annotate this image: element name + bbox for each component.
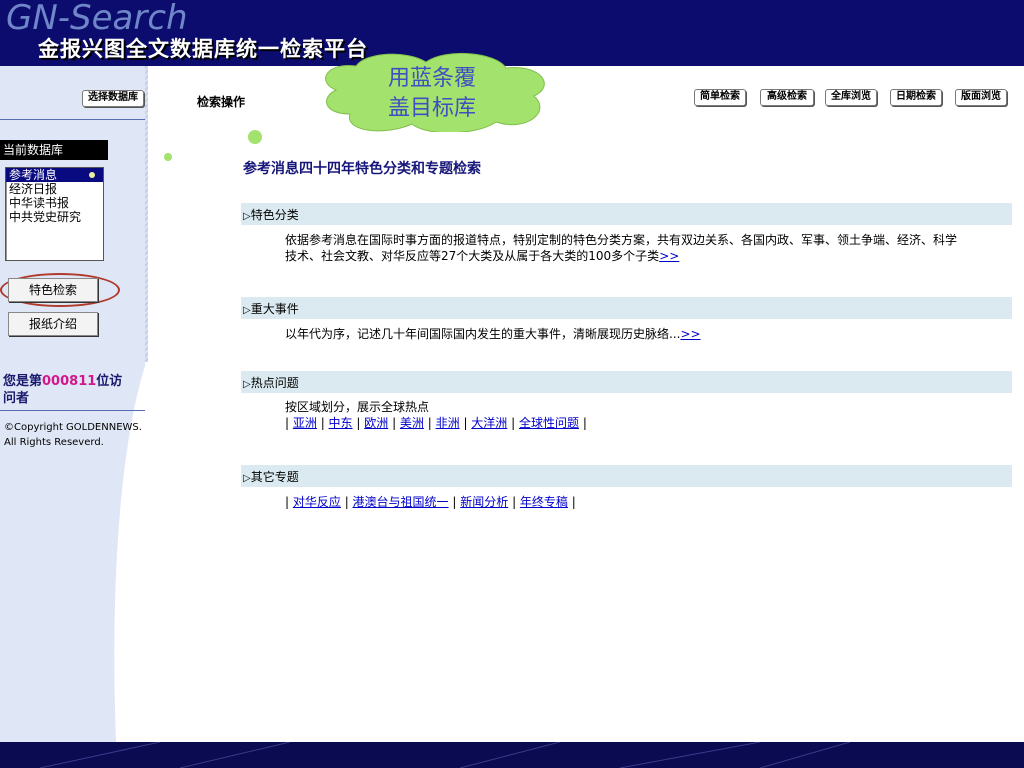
topic-link-year-end[interactable]: 年终专稿 xyxy=(520,495,568,509)
region-link-asia[interactable]: 亚洲 xyxy=(293,416,317,430)
tab-layout-browse[interactable]: 版面浏览 xyxy=(955,89,1007,106)
topic-link-news-analysis[interactable]: 新闻分析 xyxy=(460,495,508,509)
tab-browse-all[interactable]: 全库浏览 xyxy=(825,89,877,106)
section-header-other-topics: ▷其它专题 xyxy=(241,465,1012,487)
database-item-label: 参考消息 xyxy=(9,168,58,182)
divider xyxy=(0,119,145,120)
section-body-major-events: 以年代为序，记述几十年间国际国内发生的重大事件，清晰展现历史脉络...>> xyxy=(285,326,985,342)
section-text: 以年代为序，记述几十年间国际国内发生的重大事件，清晰展现历史脉络... xyxy=(285,327,681,341)
current-database-heading: 当前数据库 xyxy=(0,140,108,160)
more-link[interactable]: >> xyxy=(659,249,679,263)
database-list[interactable]: 参考消息 经济日报 中华读书报 中共党史研究 xyxy=(5,167,104,261)
section-heading: 重大事件 xyxy=(250,302,299,316)
section-body-hot-issues: 按区域划分，展示全球热点 | 亚洲 | 中东 | 欧洲 | 美洲 | 非洲 | … xyxy=(285,399,985,431)
topic-link-china-reaction[interactable]: 对华反应 xyxy=(293,495,341,509)
database-item-jingji[interactable]: 经济日报 xyxy=(6,182,103,196)
section-body-feature-classification: 依据参考消息在国际时事方面的报道特点，特别定制的特色分类方案，共有双边关系、各国… xyxy=(285,232,985,264)
newspaper-intro-button[interactable]: 报纸介绍 xyxy=(8,312,98,336)
bottom-decoration-bar xyxy=(0,742,1024,768)
region-links: | 亚洲 | 中东 | 欧洲 | 美洲 | 非洲 | 大洋洲 | 全球性问题 | xyxy=(285,416,587,430)
more-link[interactable]: >> xyxy=(680,327,700,341)
selected-dot-icon xyxy=(89,172,95,178)
tab-date-search[interactable]: 日期检索 xyxy=(890,89,942,106)
triangle-right-icon: ▷ xyxy=(243,379,251,390)
section-text: 按区域划分，展示全球热点 xyxy=(285,400,430,414)
tab-simple-search[interactable]: 简单检索 xyxy=(694,89,746,106)
section-heading: 特色分类 xyxy=(250,208,299,222)
visitor-prefix: 您是第 xyxy=(3,374,43,389)
region-link-global[interactable]: 全球性问题 xyxy=(519,416,579,430)
select-database-button[interactable]: 选择数据库 xyxy=(82,90,144,107)
database-item-dushu[interactable]: 中华读书报 xyxy=(6,196,103,210)
page-title: 参考消息四十四年特色分类和专题检索 xyxy=(243,161,481,177)
copyright-line: ©Copyright GOLDENNEWS. xyxy=(4,422,142,433)
region-link-oceania[interactable]: 大洋洲 xyxy=(471,416,507,430)
callout-text: 用蓝条覆 盖目标库 xyxy=(352,64,512,124)
section-text: 技术、社会文教、对华反应等27个大类及从属于各大类的100多个子类 xyxy=(285,249,660,263)
section-header-major-events: ▷重大事件 xyxy=(241,297,1012,319)
callout-dot xyxy=(248,130,262,144)
database-item-cankao[interactable]: 参考消息 xyxy=(6,168,103,182)
region-link-africa[interactable]: 非洲 xyxy=(436,416,460,430)
section-title: 检索操作 xyxy=(197,95,246,109)
callout-dot xyxy=(164,153,172,161)
visitor-counter: 您是第000811位访问者 xyxy=(3,373,123,407)
section-heading: 热点问题 xyxy=(250,376,299,390)
region-link-europe[interactable]: 欧洲 xyxy=(364,416,388,430)
copyright-text: ©Copyright GOLDENNEWS. All Rights Reseve… xyxy=(4,420,144,450)
callout-line: 用蓝条覆 xyxy=(387,66,476,91)
triangle-right-icon: ▷ xyxy=(243,473,251,484)
database-item-dangshi[interactable]: 中共党史研究 xyxy=(6,210,103,224)
tab-advanced-search[interactable]: 高级检索 xyxy=(760,89,814,106)
feature-search-button[interactable]: 特色检索 xyxy=(8,278,98,302)
visitor-count-number: 000811 xyxy=(42,374,97,389)
topic-link-reunification[interactable]: 港澳台与祖国统一 xyxy=(353,495,449,509)
section-body-other-topics: | 对华反应 | 港澳台与祖国统一 | 新闻分析 | 年终专稿 | xyxy=(285,495,576,509)
divider xyxy=(0,410,145,411)
section-header-feature-classification: ▷特色分类 xyxy=(241,203,1012,225)
section-heading: 其它专题 xyxy=(250,470,299,484)
section-text: 依据参考消息在国际时事方面的报道特点，特别定制的特色分类方案，共有双边关系、各国… xyxy=(285,233,958,247)
triangle-right-icon: ▷ xyxy=(243,305,251,316)
callout-line: 盖目标库 xyxy=(387,96,476,121)
sidebar: 选择数据库 当前数据库 参考消息 经济日报 中华读书报 中共党史研究 特色检索 … xyxy=(0,66,148,742)
triangle-right-icon: ▷ xyxy=(243,211,251,222)
copyright-line: All Rights Reseverd. xyxy=(4,437,104,448)
region-link-americas[interactable]: 美洲 xyxy=(400,416,424,430)
bottom-stripes-decoration xyxy=(39,742,851,768)
region-link-middle-east[interactable]: 中东 xyxy=(329,416,353,430)
section-header-hot-issues: ▷热点问题 xyxy=(241,371,1012,393)
